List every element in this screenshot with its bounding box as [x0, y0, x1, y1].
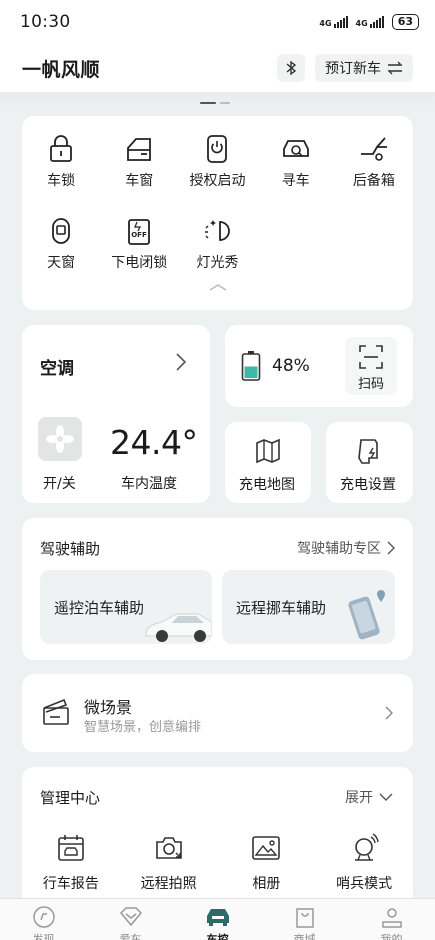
- svg-text:OFF: OFF: [132, 231, 148, 239]
- status-time: 10:30: [20, 12, 71, 32]
- trunk-icon: [360, 137, 387, 161]
- bluetooth-icon: [286, 60, 297, 76]
- calendar-car-icon: [58, 835, 84, 861]
- chevron-right-icon[interactable]: [176, 353, 186, 371]
- shop-bag-icon: [295, 908, 314, 928]
- scan-button[interactable]: 扫码: [345, 337, 397, 395]
- battery-icon: [241, 351, 261, 381]
- battery-percent: 48%: [272, 356, 310, 376]
- quick-find-car[interactable]: 寻车: [257, 116, 335, 198]
- charger-icon: [358, 439, 378, 464]
- micro-scene-subtitle: 智慧场景，创意编排: [84, 720, 202, 735]
- remote-camera-icon: [155, 837, 182, 859]
- quick-controls-grid: 车锁 车窗 授权启动 寻车 后备箱 天窗 OFF 下电闭锁 灯光秀: [22, 116, 413, 280]
- collapse-chevron[interactable]: [22, 282, 413, 292]
- power-off-lock-icon: OFF: [128, 219, 151, 245]
- climate-title: 空调: [40, 359, 74, 379]
- signal-4g-1: 4G: [319, 16, 348, 28]
- quick-light-show[interactable]: 灯光秀: [178, 198, 256, 280]
- charge-map-label: 充电地图: [239, 477, 295, 493]
- bluetooth-button[interactable]: [277, 54, 305, 82]
- fan-icon: [46, 425, 74, 453]
- bottom-navigation: 发现 爱车 车控 商城 我的: [0, 898, 435, 940]
- nav-favorite[interactable]: 爱车: [101, 905, 161, 940]
- driving-assist-zone-link[interactable]: 驾驶辅助专区: [297, 538, 395, 558]
- remote-parking-tile[interactable]: 遥控泊车辅助: [40, 570, 212, 644]
- quick-trunk[interactable]: 后备箱: [335, 116, 413, 198]
- sunroof-icon: [52, 218, 70, 244]
- banner-page-indicator: [200, 102, 230, 104]
- car-window-icon: [127, 138, 152, 161]
- profile-icon: [381, 908, 402, 928]
- quick-window[interactable]: 车窗: [100, 116, 178, 198]
- quick-sunroof[interactable]: 天窗: [22, 198, 100, 280]
- cabin-temperature: 24.4°: [110, 423, 198, 462]
- remote-move-car-tile[interactable]: 远程挪车辅助: [222, 570, 395, 644]
- power-key-icon: [207, 135, 228, 163]
- album-icon: [252, 836, 281, 860]
- signal-icon: [369, 16, 384, 28]
- album-item[interactable]: 相册: [218, 833, 316, 893]
- nav-car-control[interactable]: 车控: [188, 905, 248, 940]
- car-image: [145, 613, 212, 642]
- nav-discover[interactable]: 发现: [14, 905, 74, 940]
- sentry-icon: [355, 833, 379, 861]
- discover-icon: [32, 906, 55, 928]
- chevron-down-icon: [379, 793, 393, 801]
- app-header: 一帆风顺 预订新车: [0, 44, 435, 92]
- climate-toggle-button[interactable]: [38, 417, 82, 461]
- car-icon: [206, 909, 229, 926]
- charge-settings-card[interactable]: 充电设置: [326, 422, 413, 503]
- management-expand-button[interactable]: 展开: [345, 787, 393, 807]
- management-card: 管理中心 展开 行车报告 远程拍照 相册 哨兵模式: [22, 767, 413, 907]
- chevron-right-icon: [385, 706, 393, 720]
- scan-label: 扫码: [358, 377, 385, 392]
- lock-icon: [50, 135, 72, 162]
- order-new-car-button[interactable]: 预订新车: [315, 54, 413, 82]
- micro-scene-title: 微场景: [84, 698, 133, 717]
- driving-assist-card: 驾驶辅助 驾驶辅助专区 遥控泊车辅助 远程挪车辅助: [22, 518, 413, 660]
- swap-icon: [387, 61, 403, 75]
- quick-authorize-start[interactable]: 授权启动: [178, 116, 256, 198]
- find-car-icon: [282, 140, 309, 157]
- climate-card[interactable]: 空调 开/关 24.4° 车内温度: [22, 325, 210, 503]
- map-icon: [256, 438, 280, 464]
- heart-icon: [119, 907, 142, 927]
- signal-icon: [333, 16, 348, 28]
- micro-scene-card[interactable]: 微场景 智慧场景，创意编排: [22, 674, 413, 752]
- chevron-up-icon: [209, 284, 226, 291]
- signal-4g-2: 4G: [356, 16, 384, 28]
- management-title: 管理中心: [40, 789, 101, 807]
- battery-indicator: 63: [391, 14, 419, 30]
- driving-assist-title: 驾驶辅助: [40, 540, 101, 558]
- management-grid: 行车报告 远程拍照 相册 哨兵模式: [22, 833, 413, 893]
- nav-shop[interactable]: 商城: [275, 905, 335, 940]
- cabin-temperature-label: 车内温度: [121, 476, 177, 492]
- light-show-icon: [205, 220, 231, 241]
- status-icons: 4G 4G 63: [319, 14, 419, 30]
- remote-photo-item[interactable]: 远程拍照: [120, 833, 218, 893]
- quick-lock[interactable]: 车锁: [22, 116, 100, 198]
- charge-settings-label: 充电设置: [340, 477, 396, 493]
- clapperboard-icon: [43, 698, 69, 725]
- nav-profile[interactable]: 我的: [362, 905, 422, 940]
- climate-toggle-label: 开/关: [43, 476, 76, 492]
- phone-image: [348, 590, 385, 640]
- driving-report-item[interactable]: 行车报告: [22, 833, 120, 893]
- sentry-mode-item[interactable]: 哨兵模式: [315, 833, 413, 893]
- vehicle-name[interactable]: 一帆风顺: [22, 55, 100, 82]
- charge-map-card[interactable]: 充电地图: [225, 422, 311, 503]
- quick-power-off-lock[interactable]: OFF 下电闭锁: [100, 198, 178, 280]
- battery-card[interactable]: 48% 扫码: [225, 325, 413, 407]
- chevron-right-icon: [387, 541, 395, 555]
- quick-controls-card: 车锁 车窗 授权启动 寻车 后备箱 天窗 OFF 下电闭锁 灯光秀: [22, 116, 413, 310]
- scan-icon: [359, 345, 383, 369]
- status-bar: 10:30 4G 4G 63: [0, 0, 435, 44]
